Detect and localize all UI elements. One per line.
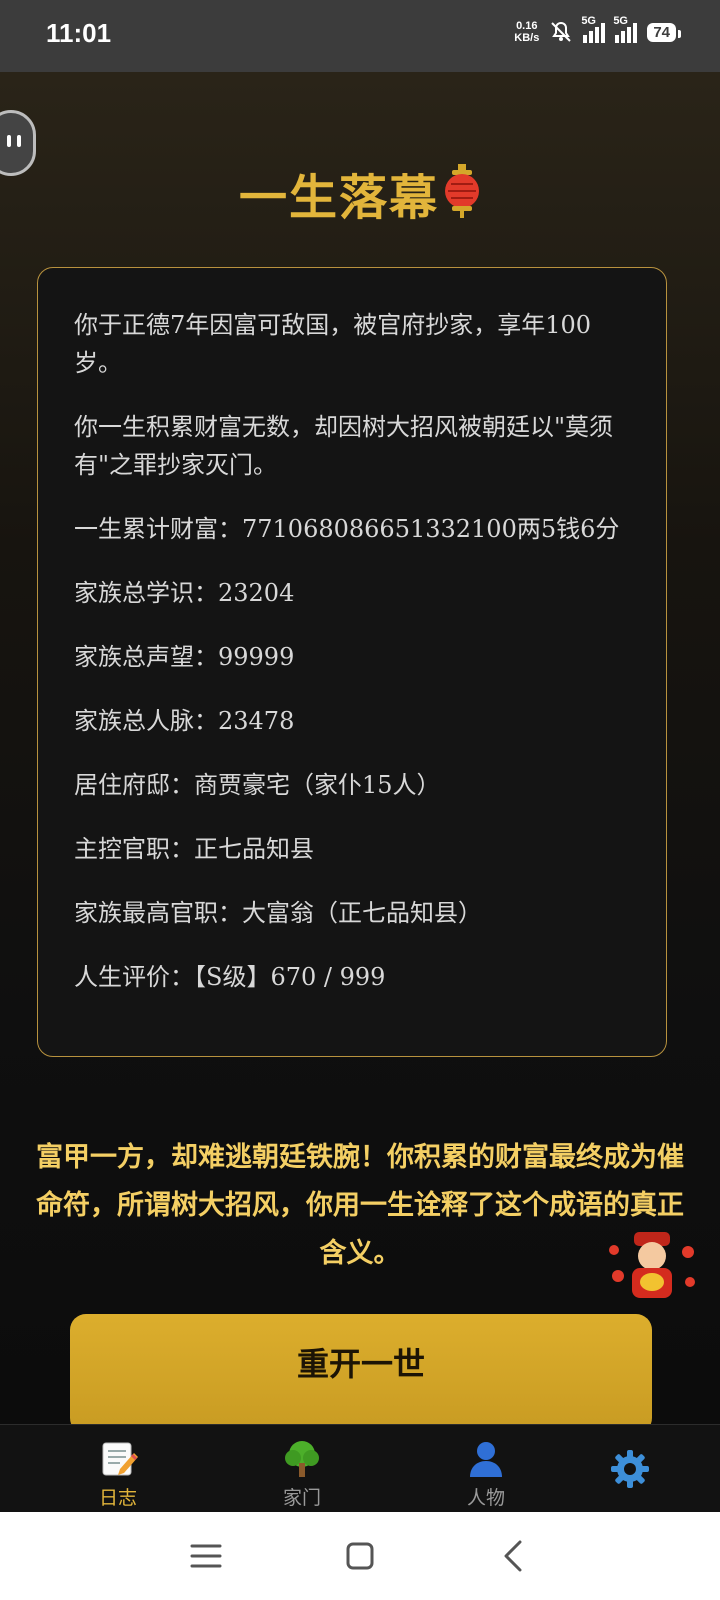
summary-line: 家族总声望：99999 [74,643,295,671]
status-time: 11:01 [46,18,112,48]
summary-line: 你于正德7年因富可敌国，被官府抄家，享年100岁。 [74,311,592,377]
tab-characters[interactable]: 人物 [426,1425,546,1513]
net-speed: 0.16 KB/s [514,20,540,44]
battery-icon: 74 [647,22,681,42]
status-bar: 11:01 0.16 KB/s 5G 5G 74 [0,0,720,72]
mute-bell-icon [551,21,572,42]
home-square-icon[interactable] [338,1534,382,1578]
bottom-tab-bar: 日志 家门 人物 [0,1424,720,1513]
summary-line: 居住府邸：商贾豪宅（家仆15人） [74,771,441,799]
back-chevron-icon[interactable] [492,1534,536,1578]
tab-family[interactable]: 家门 [242,1425,362,1513]
memo-icon [102,1442,138,1476]
menu-icon[interactable] [184,1534,228,1578]
tab-label: 家门 [282,1487,321,1509]
summary-line: 主控官职：正七品知县 [74,835,314,863]
tree-icon [285,1441,319,1477]
summary-line: 家族总人脉：23478 [74,707,295,735]
app-content: 一生落幕 你于正德7年因富可敌国，被官府抄家，享年100岁。 你一生积累财富无数… [0,72,720,1424]
verdict-text: 富甲一方，却难逃朝廷铁腕！你积累的财富最终成为催命符，所谓树大招风，你用一生诠释… [36,1142,684,1269]
tab-label: 人物 [466,1487,505,1509]
summary-line: 一生累计财富：77106808665133210​0两5钱6分 [74,515,620,543]
system-nav-bar [0,1512,720,1600]
tab-label: 日志 [98,1487,137,1509]
summary-line: 家族总学识：23204 [74,579,295,607]
fortune-mascot-icon[interactable] [604,1226,700,1302]
tab-settings[interactable] [570,1425,690,1513]
restart-button[interactable]: 重开一世 [70,1314,652,1424]
status-indicators: 0.16 KB/s 5G 5G 74 [514,15,681,44]
signal-icon: 5G [613,15,638,43]
summary-line: 家族最高官职：大富翁（正七品知县） [74,899,482,927]
person-icon [470,1442,502,1477]
summary-line: 你一生积累财富无数，却因树大招风被朝廷以"莫须有"之罪抄家灭门。 [74,413,614,479]
life-summary-card: 你于正德7年因富可敌国，被官府抄家，享年100岁。 你一生积累财富无数，却因树大… [37,267,667,1057]
lantern-icon [445,164,479,218]
tab-log[interactable]: 日志 [58,1425,178,1513]
summary-line: 人生评价：【S级】670 / 999 [74,963,386,991]
page-title: 一生落幕 [0,158,720,228]
signal-icon: 5G [581,15,606,43]
gear-icon [611,1450,649,1488]
